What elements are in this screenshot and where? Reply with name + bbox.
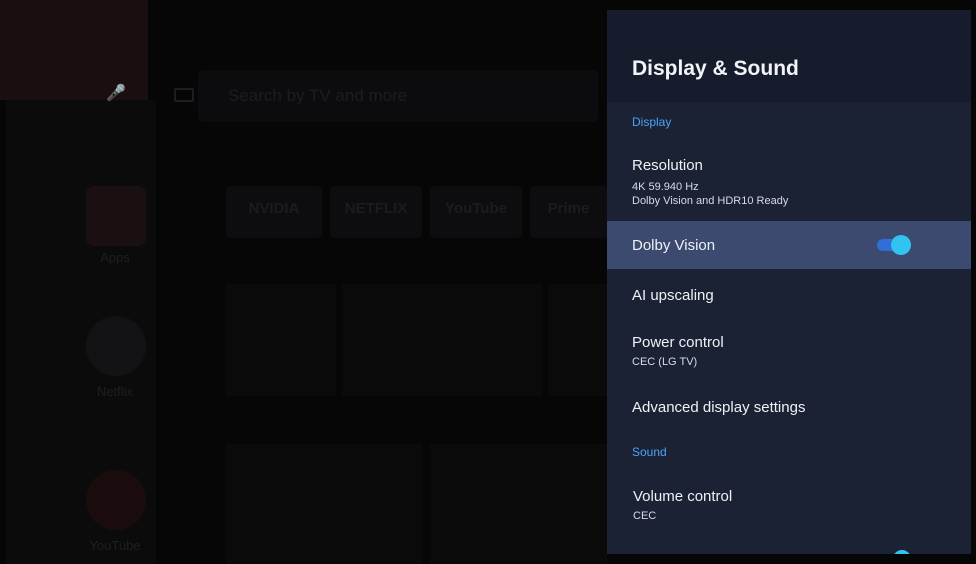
app-card-label: NETFLIX [344, 200, 408, 217]
section-display: Display [632, 115, 672, 129]
settings-item-ai-upscaling[interactable]: AI upscaling [607, 272, 971, 318]
panel-header: Display & Sound [607, 10, 971, 102]
background-tile [430, 444, 607, 564]
dolby-vision-toggle[interactable] [877, 235, 911, 255]
background-tile [226, 444, 422, 564]
settings-item-dolby-vision[interactable]: Dolby Vision [607, 221, 971, 269]
dolby-vision-title: Dolby Vision [632, 237, 716, 254]
rail-label-apps: Apps [100, 250, 130, 265]
resolution-refresh: 4K 59.940 Hz [632, 181, 699, 193]
toggle-knob [891, 235, 911, 255]
netflix-rail-icon [86, 316, 146, 376]
app-card-label: YouTube [445, 200, 507, 217]
youtube-rail-icon [86, 470, 146, 530]
app-card-label: Prime [547, 200, 590, 217]
ai-upscaling-title: AI upscaling [632, 287, 714, 304]
search-placeholder: Search by TV and more [228, 86, 408, 105]
background-tile [226, 284, 336, 396]
volume-control-value: CEC [633, 510, 657, 522]
background-app-card: YouTube [430, 186, 522, 238]
power-control-value: CEC (LG TV) [632, 356, 698, 368]
settings-item-power-control[interactable]: Power control CEC (LG TV) [607, 322, 971, 380]
mic-icon: 🎤 [106, 85, 126, 102]
keyboard-icon [174, 88, 194, 102]
rail-label-netflix: Netflix [96, 384, 134, 399]
display-sound-panel: Display & Sound Display Resolution 4K 59… [607, 10, 971, 554]
settings-item-volume-control[interactable]: Volume control CEC [607, 478, 971, 536]
screen: 🎤 Search by TV and more Apps Netflix You… [0, 0, 976, 564]
advanced-display-title: Advanced display settings [632, 399, 806, 416]
app-card-label: NVIDIA [248, 200, 300, 217]
next-item-toggle-knob[interactable] [893, 550, 911, 554]
power-control-title: Power control [632, 334, 724, 351]
rail-label-youtube: YouTube [89, 538, 141, 553]
panel-title: Display & Sound [632, 57, 799, 80]
apps-grid-icon [86, 186, 146, 246]
background-tile [548, 284, 607, 396]
background-search-bar: Search by TV and more [198, 70, 598, 122]
resolution-hdr: Dolby Vision and HDR10 Ready [632, 195, 789, 207]
background-app-card: Prime [530, 186, 607, 238]
settings-item-resolution[interactable]: Resolution 4K 59.940 Hz Dolby Vision and… [607, 148, 971, 218]
background-tile [342, 284, 542, 396]
background-app-card: NETFLIX [330, 186, 422, 238]
background-app-card: NVIDIA [226, 186, 322, 238]
section-sound: Sound [632, 445, 667, 459]
resolution-title: Resolution [632, 157, 703, 174]
settings-item-advanced-display[interactable]: Advanced display settings [607, 384, 971, 430]
volume-control-title: Volume control [633, 488, 733, 505]
